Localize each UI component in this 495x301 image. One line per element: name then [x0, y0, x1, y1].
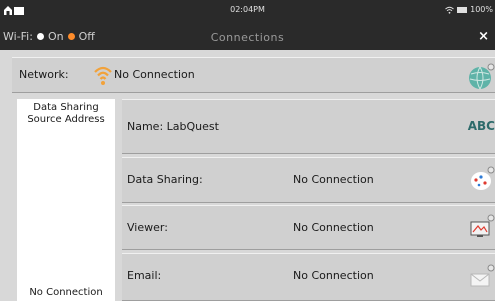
battery-icon — [457, 6, 468, 13]
source-address-title: Data Sharing Source Address — [17, 102, 115, 126]
network-label: Network: — [19, 68, 69, 81]
viewer-label: Viewer: — [127, 221, 168, 234]
close-button[interactable]: × — [478, 29, 489, 44]
title-row: Wi-Fi: On Off Connections × — [0, 28, 495, 48]
battery-percent: 100% — [470, 5, 493, 14]
clock: 02:04PM — [230, 5, 265, 14]
status-indicators: 100% — [445, 5, 493, 14]
name-label: Name: LabQuest — [127, 120, 219, 133]
email-icon[interactable] — [469, 264, 495, 290]
source-address-title-line1: Data Sharing — [33, 102, 99, 113]
network-value: No Connection — [114, 68, 195, 81]
wifi-signal-icon — [94, 66, 112, 85]
viewer-row[interactable]: Viewer: No Connection — [122, 205, 495, 250]
data-sharing-icon[interactable] — [469, 166, 495, 192]
email-label: Email: — [127, 269, 162, 282]
viewer-icon[interactable] — [469, 214, 495, 240]
source-address-value: No Connection — [29, 287, 103, 298]
source-address-panel: Data Sharing Source Address No Connectio… — [17, 99, 115, 301]
name-row[interactable]: Name: LabQuest ABC — [122, 99, 495, 154]
network-row[interactable]: Network: No Connection — [12, 57, 495, 93]
viewer-value: No Connection — [293, 221, 374, 234]
status-bar: 02:04PM 100% — [0, 0, 495, 20]
edit-name-button[interactable]: ABC — [468, 119, 495, 133]
email-value: No Connection — [293, 269, 374, 282]
data-sharing-label: Data Sharing: — [127, 173, 203, 186]
source-address-title-line2: Source Address — [27, 114, 105, 125]
globe-settings-icon[interactable] — [467, 63, 495, 91]
email-row[interactable]: Email: No Connection — [122, 253, 495, 301]
wifi-status-icon — [445, 6, 454, 14]
data-sharing-value: No Connection — [293, 173, 374, 186]
data-sharing-row[interactable]: Data Sharing: No Connection — [122, 157, 495, 203]
header-bar: 02:04PM 100% Wi-Fi: On Off Connections × — [0, 0, 495, 50]
page-title: Connections — [210, 31, 285, 44]
